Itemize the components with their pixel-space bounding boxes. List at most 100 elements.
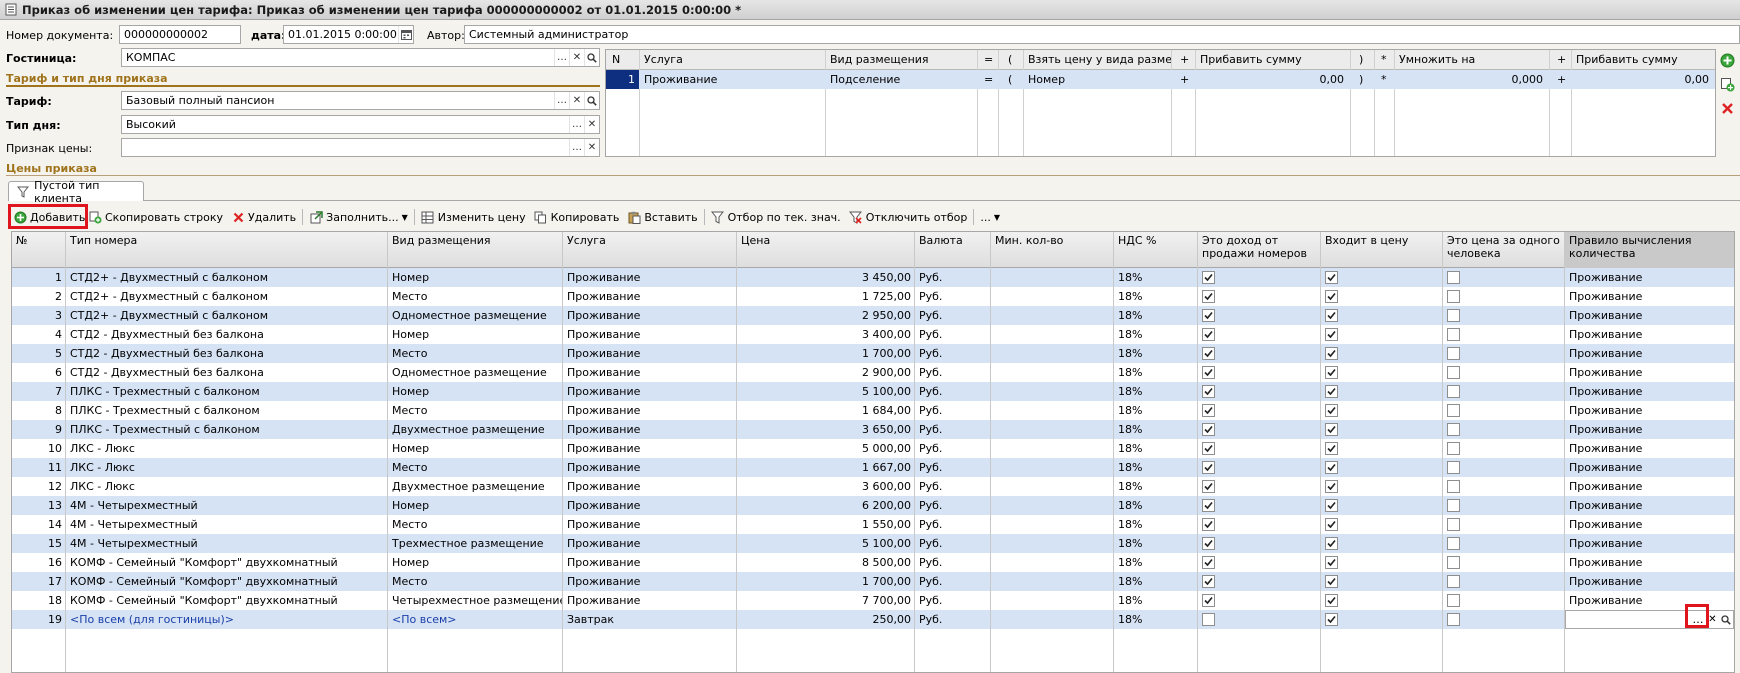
col-header-vat[interactable]: НДС % — [1114, 232, 1198, 268]
table-row[interactable]: 2 СТД2+ - Двухместный с балконом Место Прож… — [12, 287, 1734, 306]
checkbox-income[interactable] — [1202, 290, 1215, 303]
checkbox-incl[interactable] — [1325, 271, 1338, 284]
checkbox-perperson[interactable] — [1447, 556, 1460, 569]
select-icon[interactable]: … — [1690, 613, 1706, 626]
date-field[interactable]: 01.01.2015 0:00:00 — [283, 25, 414, 44]
add-service-icon[interactable] — [1719, 52, 1735, 68]
clear-icon[interactable]: ✕ — [1706, 614, 1719, 625]
checkbox-perperson[interactable] — [1447, 328, 1460, 341]
select-icon[interactable]: … — [554, 49, 569, 66]
checkbox-perperson[interactable] — [1447, 423, 1460, 436]
table-row[interactable]: 8 ПЛКС - Трехместный с балконом Место Прожи… — [12, 401, 1734, 420]
col-header-per-person[interactable]: Это цена за одного человека — [1443, 232, 1565, 268]
col-header-qty-rule[interactable]: Правило вычисления количества — [1565, 232, 1734, 268]
checkbox-income[interactable] — [1202, 461, 1215, 474]
clear-icon[interactable]: ✕ — [569, 92, 584, 109]
checkbox-incl[interactable] — [1325, 499, 1338, 512]
table-row[interactable]: 6 СТД2 - Двухместный без балкона Одноместн… — [12, 363, 1734, 382]
author-field[interactable]: Системный администратор — [464, 25, 1740, 44]
checkbox-perperson[interactable] — [1447, 271, 1460, 284]
table-row[interactable]: 10 ЛКС - Люкс Номер Проживание 5 000,00 Руб. 1… — [12, 439, 1734, 458]
table-row[interactable]: 19 <По всем (для гостиницы)> <По всем> Завт… — [12, 610, 1734, 629]
checkbox-perperson[interactable] — [1447, 309, 1460, 322]
col-header-min-qty[interactable]: Мин. кол-во — [991, 232, 1114, 268]
svc-row[interactable]: 1 Проживание Подселение = ( Номер + 0,00… — [606, 70, 1715, 89]
change-price-button[interactable]: Изменить цену — [417, 206, 530, 228]
col-header-service[interactable]: Услуга — [563, 232, 737, 268]
checkbox-perperson[interactable] — [1447, 385, 1460, 398]
table-row[interactable]: 12 ЛКС - Люкс Двухместное размещение Прожив… — [12, 477, 1734, 496]
checkbox-incl[interactable] — [1325, 385, 1338, 398]
search-icon[interactable] — [584, 92, 599, 109]
checkbox-income[interactable] — [1202, 518, 1215, 531]
paste-button[interactable]: Вставить — [623, 206, 701, 228]
checkbox-incl[interactable] — [1325, 404, 1338, 417]
checkbox-income[interactable] — [1202, 613, 1215, 626]
checkbox-perperson[interactable] — [1447, 613, 1460, 626]
checkbox-perperson[interactable] — [1447, 518, 1460, 531]
table-row[interactable]: 1 СТД2+ - Двухместный с балконом Номер Прож… — [12, 268, 1734, 287]
checkbox-perperson[interactable] — [1447, 461, 1460, 474]
col-header-included[interactable]: Входит в цену — [1321, 232, 1443, 268]
copy-row-button[interactable]: Скопировать строку — [84, 206, 227, 228]
checkbox-perperson[interactable] — [1447, 290, 1460, 303]
checkbox-incl[interactable] — [1325, 461, 1338, 474]
checkbox-incl[interactable] — [1325, 518, 1338, 531]
table-row[interactable]: 9 ПЛКС - Трехместный с балконом Двухместно… — [12, 420, 1734, 439]
add-button[interactable]: Добавить — [10, 206, 85, 228]
tariff-field[interactable]: Базовый полный пансион … ✕ — [121, 91, 600, 110]
col-header-room-type[interactable]: Тип номера — [66, 232, 388, 268]
checkbox-income[interactable] — [1202, 385, 1215, 398]
checkbox-income[interactable] — [1202, 347, 1215, 360]
copy-service-icon[interactable] — [1719, 76, 1735, 92]
checkbox-income[interactable] — [1202, 499, 1215, 512]
checkbox-perperson[interactable] — [1447, 480, 1460, 493]
checkbox-perperson[interactable] — [1447, 575, 1460, 588]
daytype-field[interactable]: Высокий … ✕ — [121, 115, 600, 134]
checkbox-perperson[interactable] — [1447, 366, 1460, 379]
table-row[interactable]: 3 СТД2+ - Двухместный с балконом Одноместн… — [12, 306, 1734, 325]
price-sign-field[interactable]: … ✕ — [121, 138, 600, 157]
checkbox-income[interactable] — [1202, 366, 1215, 379]
checkbox-incl[interactable] — [1325, 347, 1338, 360]
table-row[interactable]: 14 4М - Четырехместный Место Проживание 1 55… — [12, 515, 1734, 534]
table-row[interactable]: 17 КОМФ - Семейный "Комфорт" двухкомнатны… — [12, 572, 1734, 591]
copy-button[interactable]: Копировать — [530, 206, 624, 228]
doc-number-field[interactable]: 000000000002 — [119, 25, 241, 44]
checkbox-incl[interactable] — [1325, 442, 1338, 455]
col-header-price[interactable]: Цена — [737, 232, 915, 268]
table-row[interactable]: 13 4М - Четырехместный Номер Проживание 6 20… — [12, 496, 1734, 515]
search-icon[interactable] — [1719, 614, 1733, 625]
checkbox-income[interactable] — [1202, 575, 1215, 588]
table-row[interactable]: 18 КОМФ - Семейный "Комфорт" двухкомнатны… — [12, 591, 1734, 610]
checkbox-income[interactable] — [1202, 271, 1215, 284]
fill-button[interactable]: Заполнить... ▼ — [305, 206, 412, 228]
checkbox-incl[interactable] — [1325, 290, 1338, 303]
table-row[interactable]: 15 4М - Четырехместный Трехместное размеще… — [12, 534, 1734, 553]
search-icon[interactable] — [584, 49, 599, 66]
checkbox-incl[interactable] — [1325, 328, 1338, 341]
checkbox-income[interactable] — [1202, 328, 1215, 341]
delete-service-icon[interactable] — [1719, 100, 1735, 116]
col-header-currency[interactable]: Валюта — [915, 232, 991, 268]
col-header-n[interactable]: № — [12, 232, 66, 268]
table-row[interactable]: 11 ЛКС - Люкс Место Проживание 1 667,00 Руб. 1… — [12, 458, 1734, 477]
col-header-income[interactable]: Это доход от продажи номеров — [1198, 232, 1321, 268]
checkbox-income[interactable] — [1202, 404, 1215, 417]
checkbox-perperson[interactable] — [1447, 347, 1460, 360]
more-actions-button[interactable]: ... ▼ — [976, 206, 1004, 228]
select-icon[interactable]: … — [569, 116, 584, 133]
disable-filter-button[interactable]: Отключить отбор — [845, 206, 972, 228]
checkbox-perperson[interactable] — [1447, 537, 1460, 550]
checkbox-incl[interactable] — [1325, 309, 1338, 322]
checkbox-income[interactable] — [1202, 480, 1215, 493]
calendar-icon[interactable] — [398, 26, 413, 43]
checkbox-incl[interactable] — [1325, 423, 1338, 436]
checkbox-incl[interactable] — [1325, 613, 1338, 626]
checkbox-perperson[interactable] — [1447, 594, 1460, 607]
delete-button[interactable]: Удалить — [227, 206, 300, 228]
checkbox-incl[interactable] — [1325, 480, 1338, 493]
checkbox-income[interactable] — [1202, 594, 1215, 607]
checkbox-incl[interactable] — [1325, 594, 1338, 607]
checkbox-income[interactable] — [1202, 556, 1215, 569]
